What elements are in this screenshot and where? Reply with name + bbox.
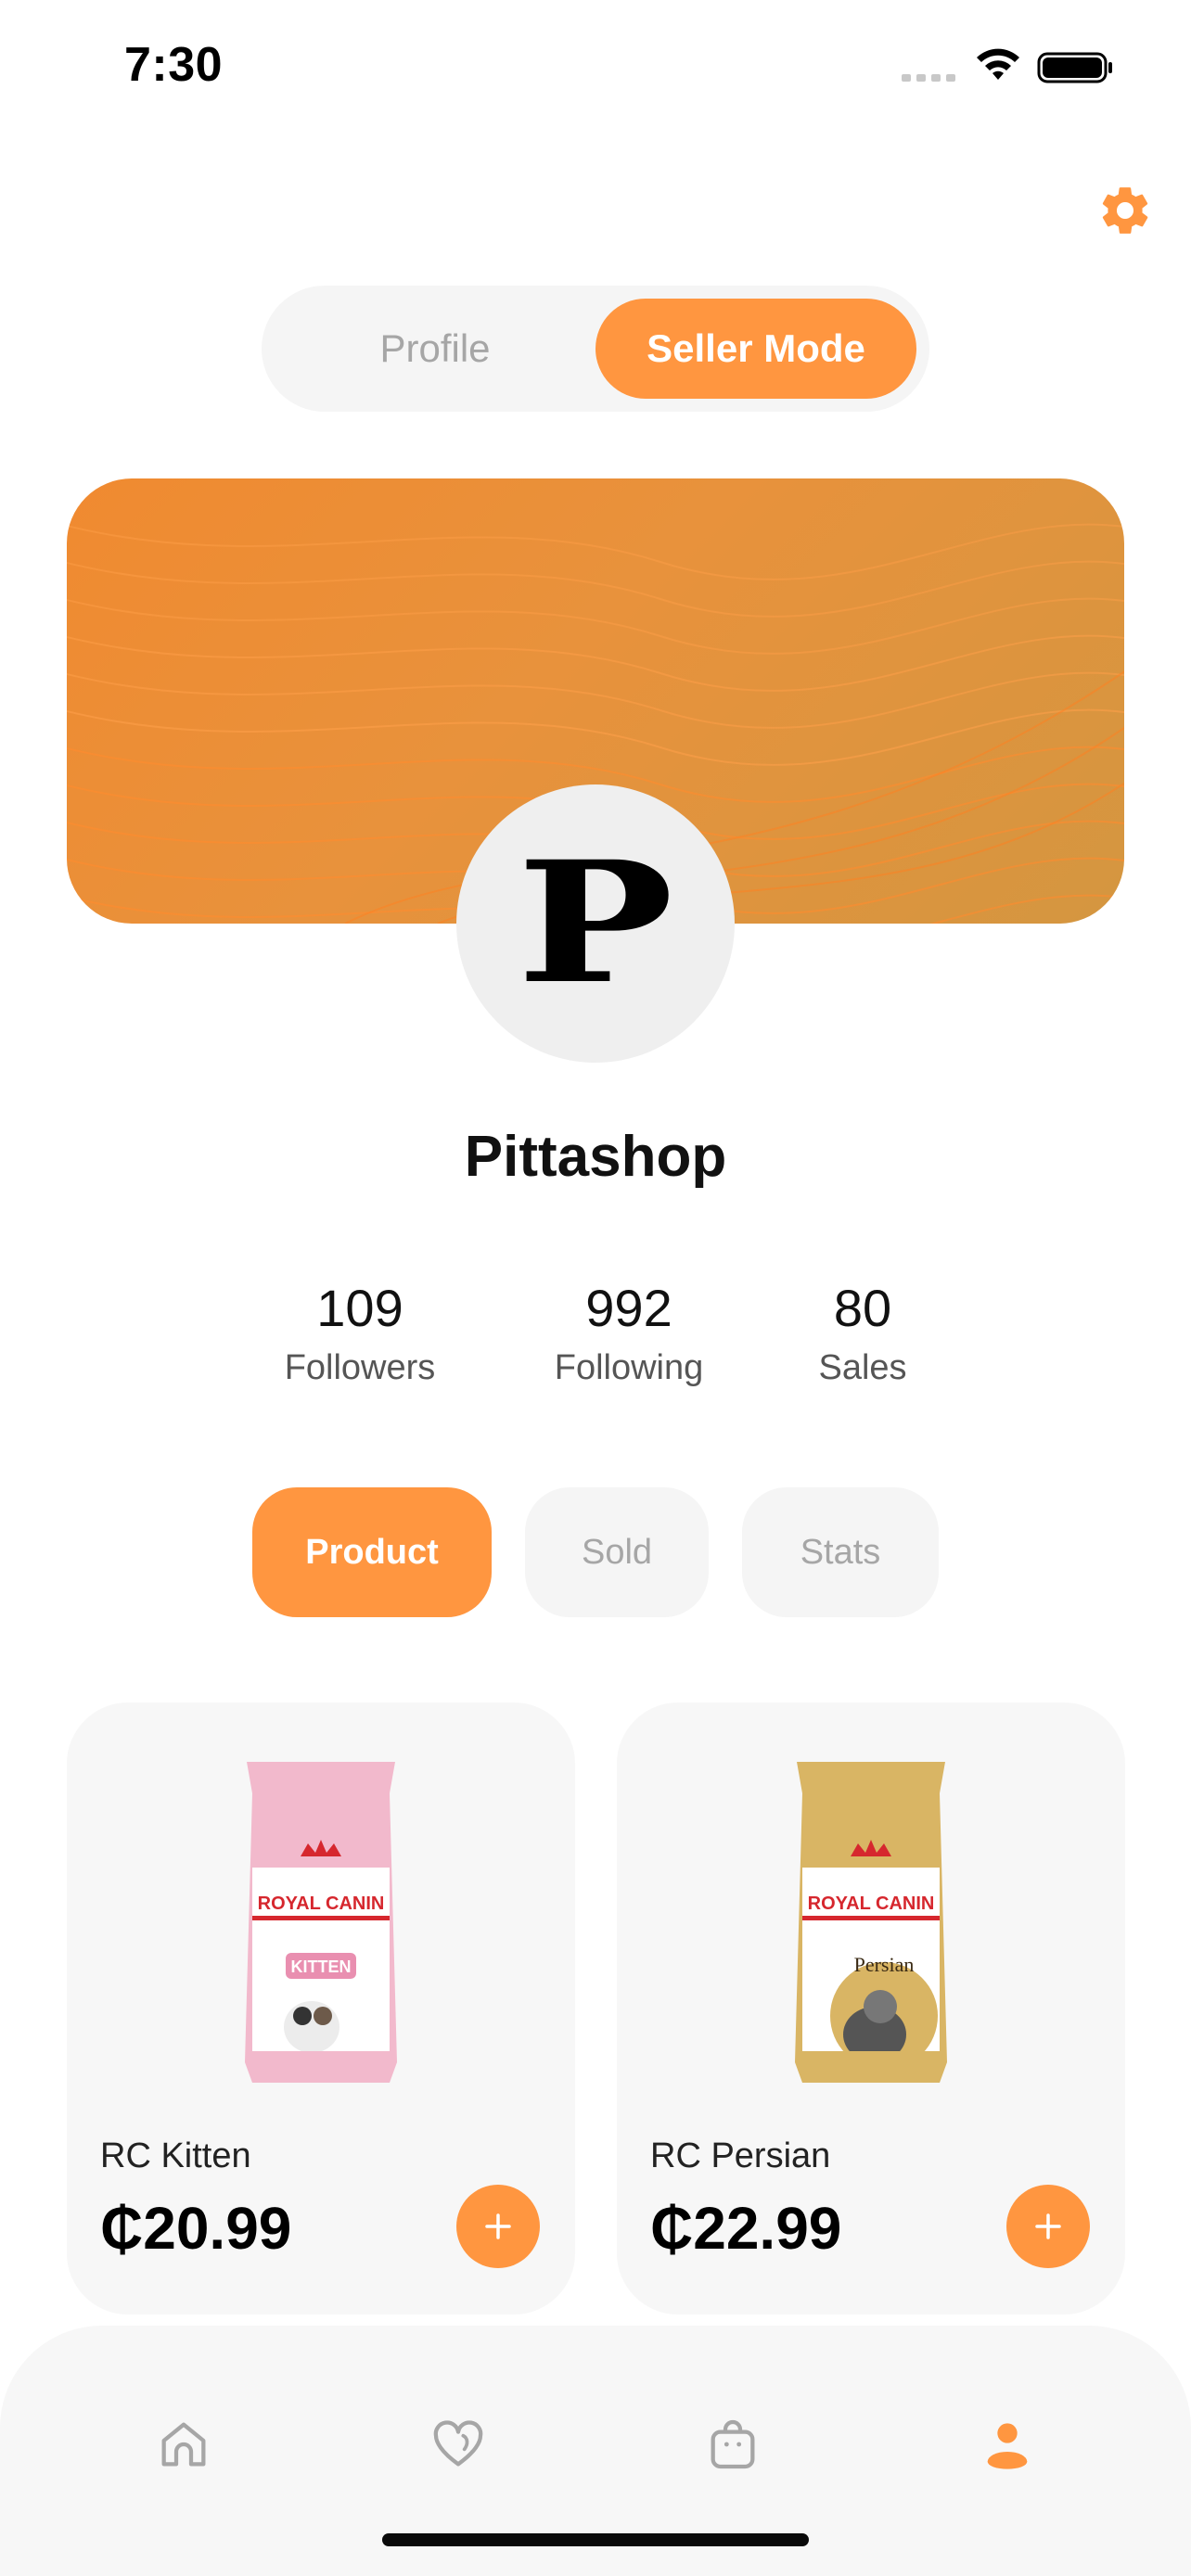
product-price: ₵20.99 xyxy=(100,2195,292,2262)
nav-bag[interactable] xyxy=(696,2407,770,2481)
variant-label: Persian xyxy=(854,1953,915,1976)
status-bar: 7:30 xyxy=(0,0,1191,130)
wifi-icon xyxy=(977,48,1019,80)
plus-icon xyxy=(1035,2213,1061,2239)
settings-button[interactable] xyxy=(1095,180,1156,241)
stat-label: Following xyxy=(554,1348,704,1387)
shop-name: Pittashop xyxy=(464,1125,727,1189)
avatar-letter: P xyxy=(517,825,674,1021)
profile-icon xyxy=(987,2423,1028,2469)
stat-label: Sales xyxy=(818,1348,907,1387)
product-name: RC Persian xyxy=(650,2136,831,2175)
bag-icon xyxy=(711,2419,755,2469)
seller-mode-button[interactable]: Seller Mode xyxy=(596,299,916,399)
home-indicator xyxy=(382,2533,809,2546)
product-name: RC Kitten xyxy=(100,2136,251,2175)
nav-home[interactable] xyxy=(147,2407,221,2481)
product-card[interactable]: ROYAL CANIN Persian RC Persian ₵22.99 xyxy=(617,1702,1125,2315)
heart-icon xyxy=(433,2420,483,2467)
battery-icon xyxy=(1037,52,1112,83)
product-card[interactable]: ROYAL CANIN KITTEN RC Kitten ₵20.99 xyxy=(67,1702,575,2315)
stat-label: Followers xyxy=(284,1348,436,1387)
nav-favorites[interactable] xyxy=(421,2407,495,2481)
avatar[interactable]: P xyxy=(456,784,735,1063)
brand-label: ROYAL CANIN xyxy=(258,1894,385,1914)
nav-profile[interactable] xyxy=(970,2407,1044,2481)
product-image: ROYAL CANIN Persian xyxy=(795,1762,947,2083)
plus-icon xyxy=(485,2213,511,2239)
tab-stats[interactable]: Stats xyxy=(742,1487,939,1617)
status-time: 7:30 xyxy=(124,38,224,92)
stat-followers[interactable]: 109 Followers xyxy=(249,1276,471,1388)
gear-icon xyxy=(1102,187,1148,234)
tab-sold[interactable]: Sold xyxy=(525,1487,709,1617)
product-image: ROYAL CANIN KITTEN xyxy=(245,1762,397,2083)
stat-sales[interactable]: 80 Sales xyxy=(751,1276,974,1388)
add-to-cart-button[interactable] xyxy=(1006,2185,1090,2268)
brand-label: ROYAL CANIN xyxy=(808,1894,935,1914)
profile-mode-button[interactable]: Profile xyxy=(275,299,596,399)
variant-label: KITTEN xyxy=(291,1958,352,1976)
mode-toggle: Profile Seller Mode xyxy=(262,286,929,412)
stat-following[interactable]: 992 Following xyxy=(518,1276,740,1388)
home-icon xyxy=(161,2422,206,2467)
add-to-cart-button[interactable] xyxy=(456,2185,540,2268)
product-price: ₵22.99 xyxy=(650,2195,842,2262)
stat-value: 992 xyxy=(585,1279,672,1337)
stat-value: 80 xyxy=(833,1279,892,1337)
tab-product[interactable]: Product xyxy=(252,1487,492,1617)
cellular-signal-icon xyxy=(902,74,955,82)
stat-value: 109 xyxy=(316,1279,403,1337)
